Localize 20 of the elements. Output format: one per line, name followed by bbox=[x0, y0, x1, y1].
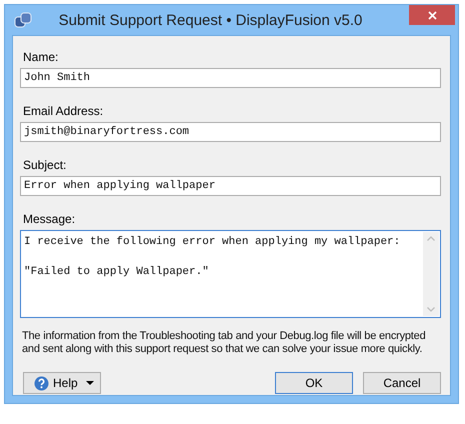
field-label: Subject: bbox=[22, 158, 66, 173]
cancel-button[interactable]: Cancel bbox=[363, 372, 441, 394]
scroll-up-icon[interactable] bbox=[427, 236, 435, 241]
text-field[interactable]: Error when applying wallpaper bbox=[20, 176, 441, 196]
app-logo-icon bbox=[14, 12, 32, 28]
scroll-down-icon[interactable] bbox=[427, 307, 435, 312]
text-field[interactable]: jsmith@binaryfortress.com bbox=[20, 122, 441, 142]
close-button[interactable] bbox=[409, 5, 455, 25]
window-title: Submit Support Request • DisplayFusion v5.0 bbox=[58, 12, 364, 28]
help-button[interactable]: Help bbox=[23, 372, 101, 394]
field-label: Email Address: bbox=[22, 104, 104, 119]
message-field[interactable]: I receive the following error when applying my wallpaper: "Failed to apply Wallpaper." bbox=[20, 230, 441, 318]
field-label: Message: bbox=[22, 212, 76, 227]
info-text: The information from the Troubleshooting tab and your Debug.log file will be encrypted and sent along with this support request so that we can solve your issue more quickly. bbox=[22, 330, 426, 356]
field-label: Name: bbox=[22, 50, 58, 65]
help-icon bbox=[34, 376, 49, 390]
ok-button[interactable]: OK bbox=[275, 372, 353, 394]
text-field[interactable]: John Smith bbox=[20, 68, 441, 88]
close-icon bbox=[428, 10, 436, 20]
dropdown-caret-icon bbox=[86, 381, 94, 385]
